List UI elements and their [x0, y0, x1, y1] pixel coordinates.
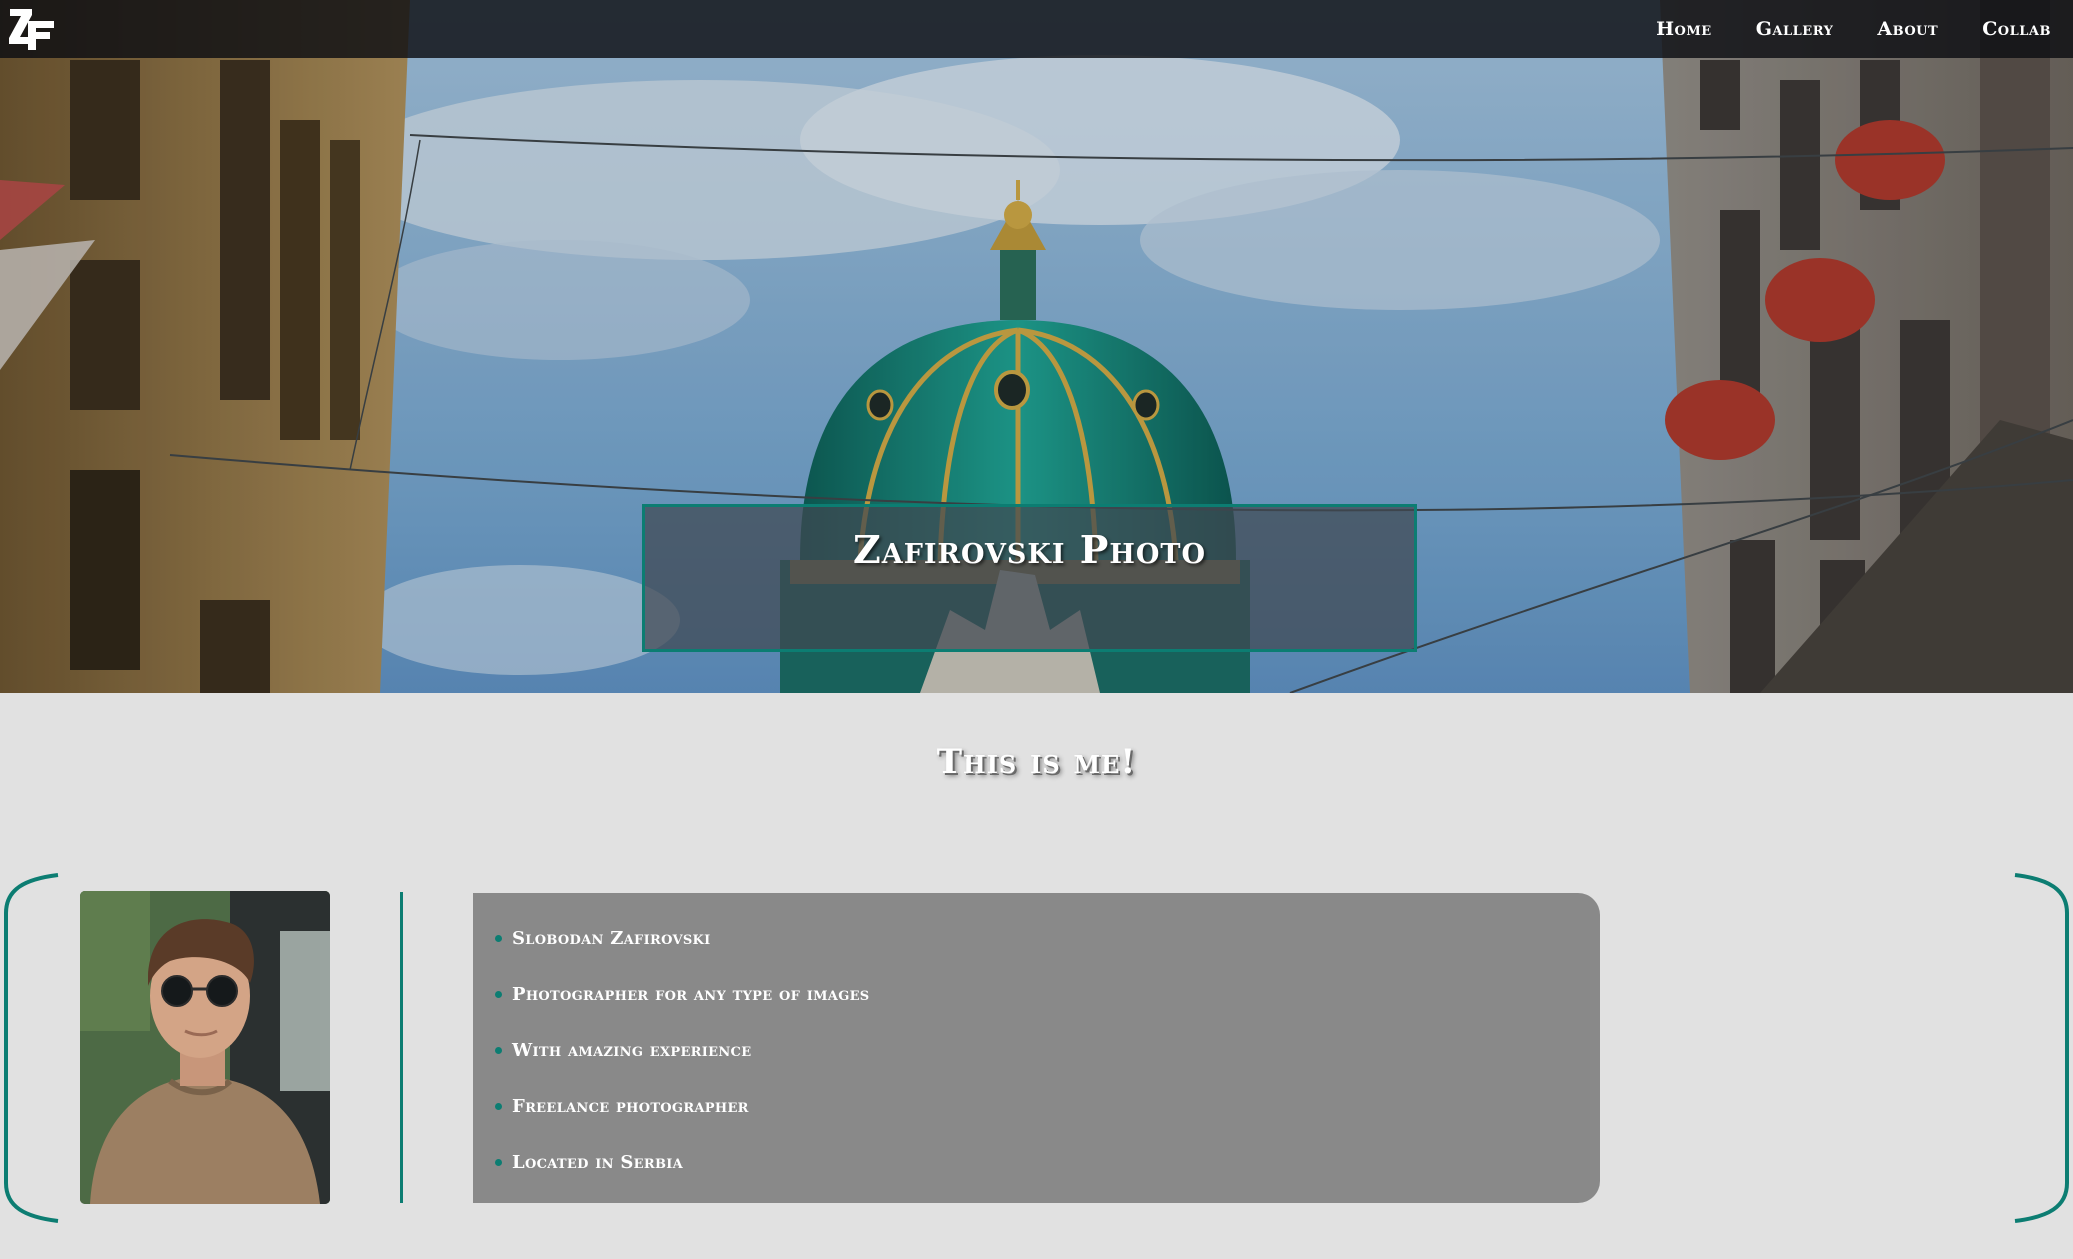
bullet-icon	[495, 1102, 502, 1110]
main-nav: Home Gallery About Collab	[1612, 0, 2051, 58]
nav-collab-link[interactable]: Collab	[1982, 18, 2051, 40]
bullet-icon	[495, 934, 502, 942]
list-item: Slobodan Zafirovski	[495, 910, 870, 966]
nav-about-link[interactable]: About	[1877, 18, 1938, 40]
nav-gallery-link[interactable]: Gallery	[1756, 18, 1834, 40]
right-bracket-decoration	[2014, 873, 2069, 1223]
fact-text: Freelance photographer	[512, 1095, 749, 1117]
fact-text: With amazing experience	[512, 1039, 752, 1061]
fact-text: Slobodan Zafirovski	[512, 927, 711, 949]
left-bracket-decoration	[4, 873, 59, 1223]
about-facts-list: Slobodan Zafirovski Photographer for any…	[495, 910, 870, 1190]
fact-text: Located in Serbia	[512, 1151, 684, 1173]
bullet-icon	[495, 990, 502, 998]
zf-logo-icon[interactable]	[6, 3, 56, 53]
bullet-icon	[495, 1046, 502, 1054]
bullet-icon	[495, 1158, 502, 1166]
list-item: Photographer for any type of images	[495, 966, 870, 1022]
section-divider	[400, 892, 403, 1203]
list-item: With amazing experience	[495, 1022, 870, 1078]
list-item: Located in Serbia	[495, 1134, 870, 1190]
top-navbar: Home Gallery About Collab	[0, 0, 2073, 58]
hero-title-box: Zafirovski Photo	[642, 504, 1417, 652]
page: Home Gallery About Collab Zafirovski Pho…	[0, 0, 2073, 1259]
portrait-photo-icon	[80, 891, 330, 1204]
list-item: Freelance photographer	[495, 1078, 870, 1134]
fact-text: Photographer for any type of images	[512, 983, 870, 1005]
about-heading: This is me!	[936, 742, 1137, 782]
about-info-card: Slobodan Zafirovski Photographer for any…	[473, 893, 1600, 1203]
hero-section: Home Gallery About Collab Zafirovski Pho…	[0, 0, 2073, 693]
hero-title: Zafirovski Photo	[853, 527, 1206, 572]
nav-home-link[interactable]: Home	[1656, 18, 1712, 40]
